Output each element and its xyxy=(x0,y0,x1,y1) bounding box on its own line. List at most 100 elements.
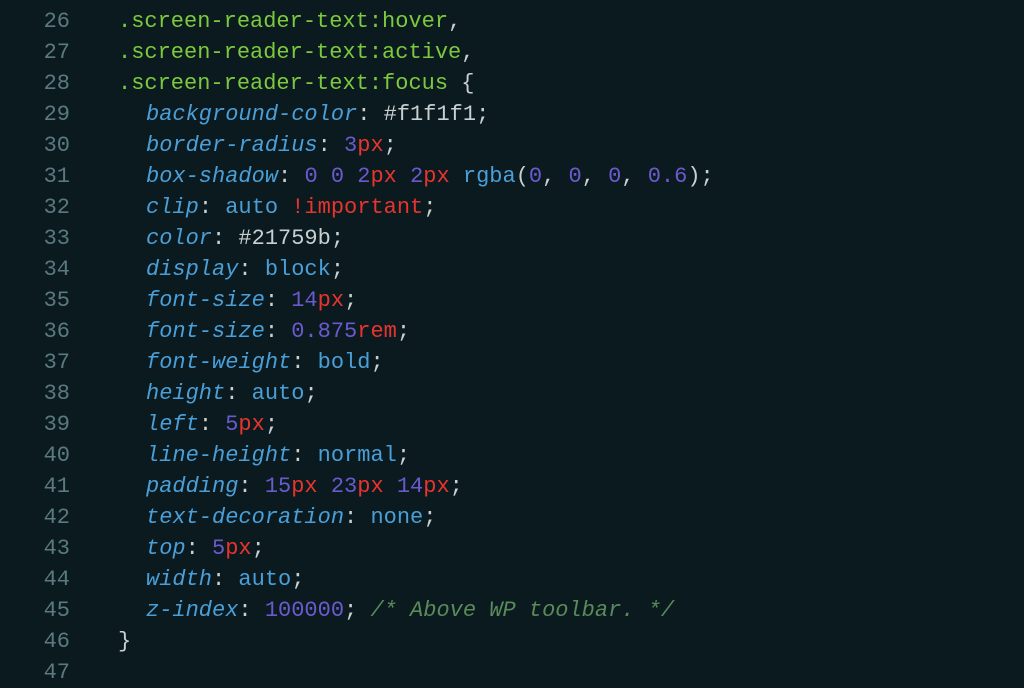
token-colon: : xyxy=(318,133,344,158)
code-line[interactable]: padding: 15px 23px 14px; xyxy=(90,471,1024,502)
code-line[interactable]: top: 5px; xyxy=(90,533,1024,564)
token-colon: : xyxy=(357,102,383,127)
token-semi: ; xyxy=(423,195,436,220)
token-comma: , xyxy=(461,40,474,65)
token-semi: ; xyxy=(370,350,383,375)
code-line[interactable]: .screen-reader-text:focus { xyxy=(90,68,1024,99)
line-number: 36 xyxy=(0,316,70,347)
token-property: height xyxy=(146,381,225,406)
line-number: 47 xyxy=(0,657,70,688)
token-unit: px xyxy=(225,536,251,561)
code-line[interactable]: text-decoration: none; xyxy=(90,502,1024,533)
token-pseudo: :active xyxy=(369,40,461,65)
code-line[interactable]: } xyxy=(90,626,1024,657)
token-colon: : xyxy=(238,474,264,499)
token-property: z-index xyxy=(146,598,238,623)
code-line[interactable]: .screen-reader-text:hover, xyxy=(90,6,1024,37)
token-colon: : xyxy=(291,443,317,468)
token-semi: ; xyxy=(331,226,344,251)
token-colon: : xyxy=(186,536,212,561)
token-colon: : xyxy=(199,195,225,220)
token-colon: : xyxy=(238,598,264,623)
token-semi: ; xyxy=(423,505,436,530)
code-line[interactable] xyxy=(90,657,1024,688)
token-semi: ; xyxy=(476,102,489,127)
token-number: 2 xyxy=(410,164,423,189)
code-line[interactable]: .screen-reader-text:active, xyxy=(90,37,1024,68)
code-line[interactable]: width: auto; xyxy=(90,564,1024,595)
line-number: 42 xyxy=(0,502,70,533)
token-comma: , xyxy=(621,164,647,189)
token-number: 0 xyxy=(529,164,542,189)
token-value: block xyxy=(265,257,331,282)
token-number: 2 xyxy=(357,164,370,189)
code-line[interactable]: color: #21759b; xyxy=(90,223,1024,254)
code-line[interactable]: display: block; xyxy=(90,254,1024,285)
token-property: font-weight xyxy=(146,350,291,375)
token-semi: ; xyxy=(344,288,357,313)
token-property: left xyxy=(146,412,199,437)
token-semi: ; xyxy=(344,598,357,623)
code-line[interactable]: height: auto; xyxy=(90,378,1024,409)
token-value: bold xyxy=(318,350,371,375)
token-colon: : xyxy=(212,226,238,251)
line-number: 38 xyxy=(0,378,70,409)
token-property: width xyxy=(146,567,212,592)
code-line[interactable]: font-weight: bold; xyxy=(90,347,1024,378)
line-number: 44 xyxy=(0,564,70,595)
code-line[interactable]: font-size: 0.875rem; xyxy=(90,316,1024,347)
token-hex: #21759b xyxy=(238,226,330,251)
token-number: 100000 xyxy=(265,598,344,623)
token-property: box-shadow xyxy=(146,164,278,189)
code-line[interactable]: font-size: 14px; xyxy=(90,285,1024,316)
token-selector: .screen-reader-text xyxy=(118,9,369,34)
code-line[interactable]: background-color: #f1f1f1; xyxy=(90,99,1024,130)
token-semi: ; xyxy=(291,567,304,592)
token-value: auto xyxy=(252,381,305,406)
code-editor[interactable]: 2627282930313233343536373839404142434445… xyxy=(0,0,1024,683)
token-colon: : xyxy=(265,319,291,344)
token-number: 23 xyxy=(331,474,357,499)
token-pseudo: :hover xyxy=(369,9,448,34)
token-value: none xyxy=(370,505,423,530)
token-value: normal xyxy=(318,443,397,468)
token-semi: ; xyxy=(450,474,463,499)
token-number: 0.875 xyxy=(291,319,357,344)
line-number: 29 xyxy=(0,99,70,130)
token-property: display xyxy=(146,257,238,282)
token-colon: : xyxy=(278,164,304,189)
line-number: 32 xyxy=(0,192,70,223)
token-unit: px xyxy=(370,164,396,189)
token-semi: ; xyxy=(397,443,410,468)
line-number: 30 xyxy=(0,130,70,161)
code-line[interactable]: clip: auto !important; xyxy=(90,192,1024,223)
token-hex xyxy=(318,164,331,189)
token-property: top xyxy=(146,536,186,561)
code-line[interactable]: z-index: 100000; /* Above WP toolbar. */ xyxy=(90,595,1024,626)
token-property: font-size xyxy=(146,288,265,313)
line-number: 26 xyxy=(0,6,70,37)
token-pseudo: :focus xyxy=(369,71,448,96)
code-line[interactable]: left: 5px; xyxy=(90,409,1024,440)
token-semi: ; xyxy=(701,164,714,189)
token-semi: ; xyxy=(252,536,265,561)
token-unit: px xyxy=(357,133,383,158)
line-number: 45 xyxy=(0,595,70,626)
token-number: 14 xyxy=(397,474,423,499)
token-semi: ; xyxy=(265,412,278,437)
token-unit: px xyxy=(318,288,344,313)
token-comma: , xyxy=(582,164,608,189)
code-line[interactable]: border-radius: 3px; xyxy=(90,130,1024,161)
code-line[interactable]: box-shadow: 0 0 2px 2px rgba(0, 0, 0, 0.… xyxy=(90,161,1024,192)
token-hex xyxy=(344,164,357,189)
token-hex: #f1f1f1 xyxy=(384,102,476,127)
token-semi: ; xyxy=(304,381,317,406)
line-number: 35 xyxy=(0,285,70,316)
code-content[interactable]: .screen-reader-text:hover,.screen-reader… xyxy=(90,6,1024,683)
code-line[interactable]: line-height: normal; xyxy=(90,440,1024,471)
token-property: background-color xyxy=(146,102,357,127)
token-semi: ; xyxy=(384,133,397,158)
line-number: 43 xyxy=(0,533,70,564)
token-func: rgba xyxy=(463,164,516,189)
token-value: auto xyxy=(225,195,291,220)
